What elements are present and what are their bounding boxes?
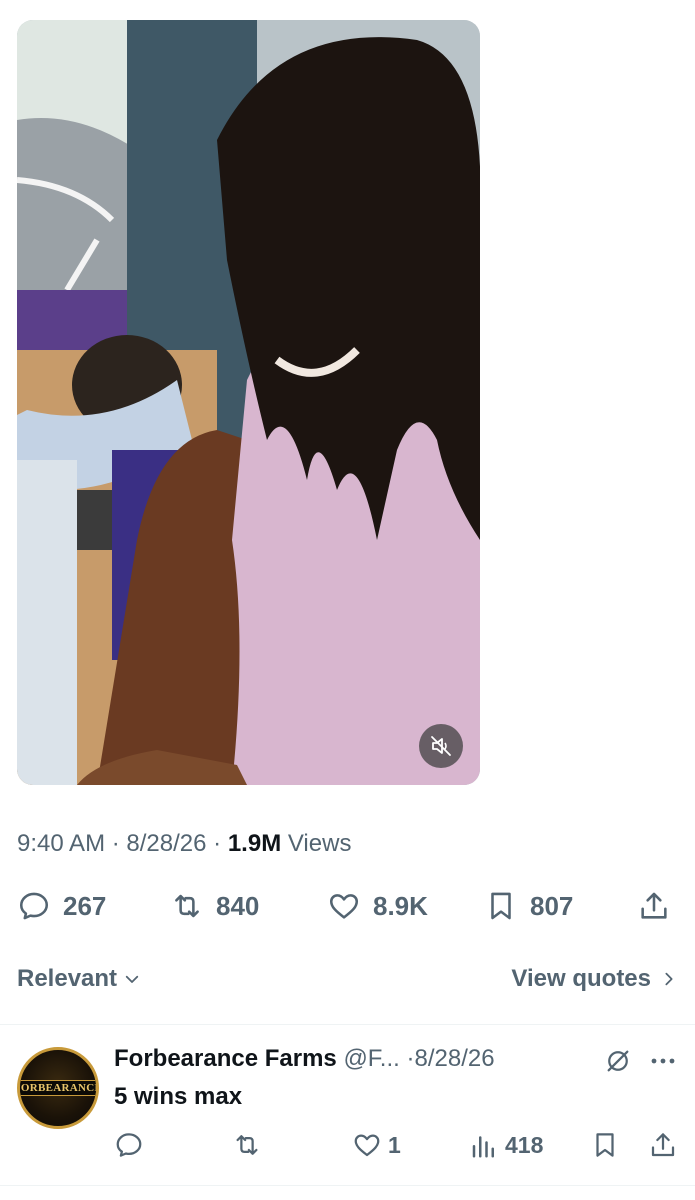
- avatar-logo-text: FORBEARANCE: [20, 1080, 96, 1096]
- tweet-actions: 267 840 8.9K 807: [17, 883, 677, 929]
- reply-date[interactable]: 8/28/26: [414, 1045, 494, 1072]
- divider: [0, 1185, 695, 1186]
- reply-icon: [116, 1133, 142, 1157]
- view-quotes-label: View quotes: [511, 965, 651, 992]
- bookmark-icon: [491, 892, 511, 920]
- repost-button[interactable]: 840: [170, 883, 259, 929]
- tweet-time[interactable]: 9:40 AM: [17, 830, 105, 857]
- analytics-icon: [472, 1136, 494, 1158]
- tweet-meta: 9:40 AM · 8/28/26 · 1.9M Views: [17, 830, 351, 858]
- reply-share-button[interactable]: [648, 1125, 678, 1165]
- grok-icon[interactable]: [604, 1047, 632, 1075]
- reply-icon: [19, 892, 49, 920]
- repost-count: 840: [216, 890, 260, 921]
- sort-label: Relevant: [17, 965, 118, 992]
- bookmark-icon: [596, 1133, 614, 1157]
- share-button[interactable]: [637, 883, 671, 929]
- mute-toggle-button[interactable]: [419, 724, 463, 768]
- meta-separator: ·: [111, 830, 120, 857]
- like-count: 8.9K: [373, 890, 428, 921]
- speaker-muted-icon: [431, 736, 451, 756]
- sort-dropdown[interactable]: Relevant: [17, 965, 141, 993]
- chevron-right-icon: [665, 972, 673, 986]
- reply-reply-button[interactable]: [114, 1125, 150, 1165]
- meta-separator: ·: [213, 830, 222, 857]
- replies-sort-row: Relevant View quotes: [17, 965, 677, 999]
- reply-bookmark-button[interactable]: [590, 1125, 620, 1165]
- avatar[interactable]: FORBEARANCE: [17, 1047, 99, 1129]
- view-quotes-link[interactable]: View quotes: [511, 965, 677, 993]
- more-options-icon[interactable]: [650, 1057, 676, 1065]
- reply-body: 5 wins max: [114, 1083, 243, 1110]
- bookmark-button[interactable]: 807: [484, 883, 573, 929]
- repost-icon: [175, 894, 199, 918]
- heart-icon: [354, 1134, 380, 1157]
- reply-author-name[interactable]: Forbearance Farms: [114, 1045, 337, 1072]
- reply-like-button[interactable]: 1: [352, 1125, 401, 1165]
- share-icon: [651, 1133, 675, 1157]
- reply-views-count: 418: [505, 1131, 544, 1158]
- reply-views-button[interactable]: 418: [469, 1125, 543, 1165]
- repost-icon: [236, 1135, 258, 1155]
- tweet-date[interactable]: 8/28/26: [126, 830, 206, 857]
- reply-count: 267: [63, 890, 107, 921]
- heart-icon: [329, 894, 359, 919]
- reply-like-count: 1: [388, 1131, 401, 1158]
- reply-author-handle[interactable]: @F...: [343, 1045, 399, 1072]
- chevron-down-icon: [125, 975, 139, 983]
- views-count: 1.9M: [227, 830, 282, 857]
- reply-header: Forbearance Farms @F... ·8/28/26: [114, 1045, 495, 1073]
- reply-actions: 1 418: [114, 1125, 679, 1165]
- bookmark-count: 807: [530, 890, 574, 921]
- reply-button[interactable]: 267: [17, 883, 106, 929]
- video-frame: [17, 20, 480, 785]
- tweet-video[interactable]: [17, 20, 480, 785]
- like-button[interactable]: 8.9K: [327, 883, 428, 929]
- reply-repost-button[interactable]: [232, 1125, 268, 1165]
- reply-tweet[interactable]: FORBEARANCE Forbearance Farms @F... ·8/2…: [0, 1025, 695, 1185]
- share-icon: [641, 892, 667, 919]
- views-label: Views: [287, 830, 352, 857]
